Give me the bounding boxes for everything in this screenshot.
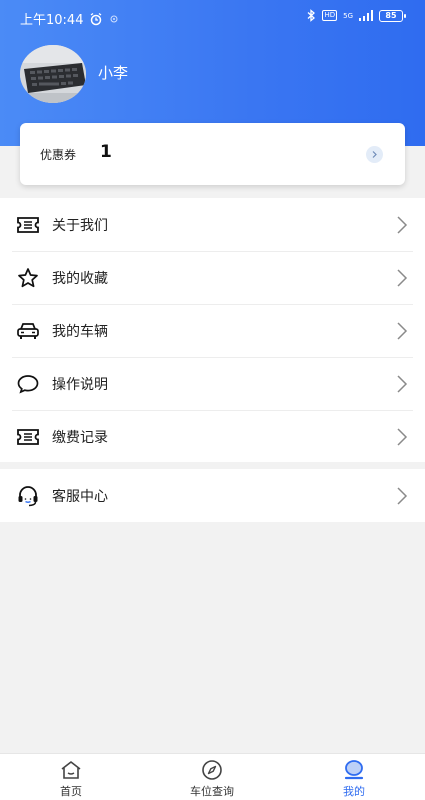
profile-icon	[341, 759, 367, 781]
status-left: 上午10:44	[20, 9, 119, 28]
coupon-label: 优惠券	[40, 148, 77, 162]
menu-label: 缴费记录	[52, 429, 108, 446]
menu-label: 我的车辆	[52, 323, 108, 340]
coupon-card[interactable]: 优惠券 1	[20, 123, 405, 185]
bluetooth-icon	[307, 9, 316, 22]
profile-screen: 上午10:44 HD 5G 85 小李 优惠券 1 关于我们 我的收藏 我的车辆…	[0, 0, 425, 800]
username: 小李	[98, 64, 129, 82]
car-icon	[16, 319, 40, 343]
menu-item-about-us[interactable]: 关于我们	[0, 198, 425, 251]
alarm-icon	[89, 12, 103, 26]
menu-item-customer-service[interactable]: 客服中心	[0, 469, 425, 522]
chevron-right-icon	[395, 320, 409, 342]
signal-icon	[359, 10, 373, 21]
notification-dot-icon	[109, 14, 119, 24]
chevron-right-icon[interactable]	[366, 146, 383, 163]
home-icon	[58, 759, 84, 781]
ticket-icon	[16, 425, 40, 449]
menu-item-payment-records[interactable]: 缴费记录	[0, 410, 425, 463]
network-type: 5G	[343, 11, 353, 20]
chevron-right-icon	[395, 373, 409, 395]
bottom-tab-bar: 首页 车位查询 我的	[0, 753, 425, 800]
menu-group-main: 关于我们 我的收藏 我的车辆 操作说明 缴费记录	[0, 198, 425, 462]
status-bar: 上午10:44 HD 5G 85	[0, 0, 425, 34]
menu-label: 操作说明	[52, 376, 108, 393]
ticket-icon	[16, 213, 40, 237]
menu-label: 我的收藏	[52, 270, 108, 287]
hd-badge: HD	[322, 10, 338, 21]
chevron-right-icon	[395, 485, 409, 507]
star-icon	[16, 266, 40, 290]
menu-label: 客服中心	[52, 488, 108, 505]
menu-item-favorites[interactable]: 我的收藏	[0, 251, 425, 304]
tab-home[interactable]: 首页	[21, 759, 121, 799]
chevron-right-icon	[395, 214, 409, 236]
tab-label: 我的	[343, 785, 365, 798]
battery-level: 85	[385, 11, 397, 20]
menu-label: 关于我们	[52, 217, 108, 234]
tab-label: 车位查询	[190, 785, 234, 798]
status-time: 上午10:44	[20, 13, 84, 28]
menu-group-service: 客服中心	[0, 469, 425, 522]
battery-icon: 85	[379, 9, 406, 22]
tab-mine[interactable]: 我的	[304, 759, 404, 799]
chevron-right-icon	[395, 267, 409, 289]
coupon-count: 1	[100, 142, 112, 162]
headset-icon	[16, 484, 40, 508]
status-right: HD 5G 85	[307, 9, 406, 22]
menu-item-my-vehicles[interactable]: 我的车辆	[0, 304, 425, 357]
speech-bubble-icon	[16, 372, 40, 396]
tab-parking-search[interactable]: 车位查询	[162, 759, 262, 799]
chevron-right-icon	[395, 426, 409, 448]
menu-item-instructions[interactable]: 操作说明	[0, 357, 425, 410]
tab-label: 首页	[60, 785, 82, 798]
avatar[interactable]	[20, 45, 86, 103]
compass-icon	[199, 759, 225, 781]
